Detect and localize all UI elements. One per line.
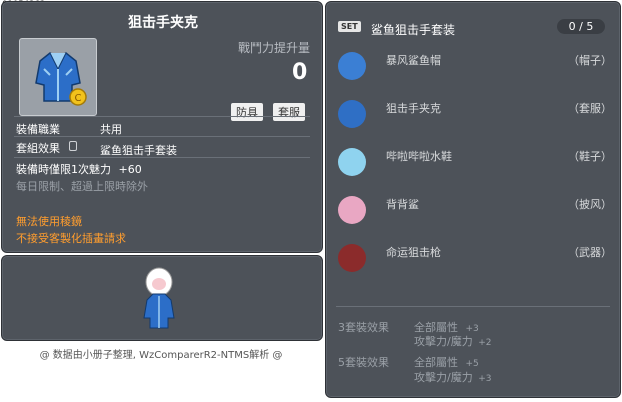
- lock-icon: [69, 141, 77, 151]
- sniper-gun-icon: [338, 244, 366, 272]
- set-item: 命运狙击枪 （武器）: [338, 242, 614, 278]
- shark-cape-icon: [338, 196, 366, 224]
- set-item-list: 暴风鲨鱼帽 （帽子） 狙击手夹克 （套服） 哔啦哔啦水鞋 （鞋子） 背背鲨 （披…: [338, 50, 614, 290]
- set-value: 鲨鱼狙击手套装: [100, 144, 177, 157]
- set-item-slot: （帽子）: [568, 54, 612, 67]
- set-panel: SET 鲨鱼狙击手套装 0 / 5 暴风鲨鱼帽 （帽子） 狙击手夹克 （套服） …: [325, 1, 621, 398]
- effect-label-3: 3套裝效果: [338, 321, 389, 334]
- divider: [14, 116, 310, 117]
- avatar-preview-panel: [1, 255, 323, 341]
- effect-line-text: 全部屬性: [414, 356, 458, 369]
- set-item: 背背鲨 （披风）: [338, 194, 614, 230]
- shark-hat-icon: [338, 52, 366, 80]
- item-title: 狙击手夹克: [128, 15, 198, 31]
- power-value: 0: [292, 60, 308, 85]
- svg-text:C: C: [75, 93, 82, 104]
- effect-line: 全部屬性 +5: [414, 354, 479, 370]
- limit-text: 每日限制、超過上限時除外: [16, 180, 148, 193]
- water-shoes-icon: [338, 148, 366, 176]
- set-badge: SET: [338, 21, 361, 32]
- jacket-icon: [338, 100, 366, 128]
- tag-outfit: 套服: [273, 103, 305, 121]
- tag-armor: 防具: [231, 103, 263, 121]
- set-item-name: 背背鲨: [386, 198, 419, 211]
- job-value: 共用: [100, 123, 122, 136]
- power-label: 戰鬥力提升量: [238, 41, 311, 55]
- effect-line-text: 攻擊力/魔力: [414, 371, 473, 384]
- set-item-slot: （鞋子）: [568, 150, 612, 163]
- set-item: 暴风鲨鱼帽 （帽子）: [338, 50, 614, 86]
- job-label: 裝備職業: [16, 123, 60, 136]
- set-title: 鲨鱼狙击手套装: [371, 23, 456, 37]
- avatar: [143, 267, 175, 329]
- set-count: 0 / 5: [557, 19, 605, 34]
- warning-prism: 無法使用稜鏡: [16, 215, 82, 228]
- effect-line: 攻擊力/魔力 +3: [414, 369, 492, 385]
- set-item-name: 暴风鲨鱼帽: [386, 54, 441, 67]
- set-item-slot: （套服）: [568, 102, 612, 115]
- set-item-name: 狙击手夹克: [386, 102, 441, 115]
- set-item-slot: （披风）: [568, 198, 612, 211]
- footer-credit: @ 数据由小册子整理, WzComparerR2-NTMS解析 @: [39, 350, 283, 361]
- item-icon-frame: C: [19, 38, 97, 116]
- effect-line-value: +5: [465, 359, 479, 369]
- set-item-name: 命运狙击枪: [386, 246, 441, 259]
- divider: [14, 136, 310, 137]
- warning-custom: 不接受客製化插畫請求: [16, 232, 126, 245]
- item-tooltip-panel: 狙击手夹克 C 戰鬥力提升量 0 防具 套服 裝備職業 共用 套組效果 鲨鱼狙击…: [1, 1, 323, 253]
- divider: [14, 157, 310, 158]
- set-item: 狙击手夹克 （套服）: [338, 98, 614, 134]
- effect-line: 攻擊力/魔力 +2: [414, 333, 492, 349]
- divider: [336, 306, 610, 307]
- effect-line-value: +3: [478, 374, 492, 384]
- effect-label-5: 5套裝效果: [338, 356, 389, 369]
- set-item: 哔啦哔啦水鞋 （鞋子）: [338, 146, 614, 182]
- effect-line-value: +2: [478, 338, 492, 348]
- charm-bonus-text: 裝備時僅限1次魅力: [16, 163, 111, 176]
- charm-bonus: 裝備時僅限1次魅力 +60: [16, 161, 142, 177]
- charm-bonus-value: +60: [118, 163, 142, 176]
- set-item-slot: （武器）: [568, 246, 612, 259]
- effect-line-text: 攻擊力/魔力: [414, 335, 473, 348]
- set-label: 套組效果: [16, 142, 60, 155]
- set-item-name: 哔啦哔啦水鞋: [386, 150, 452, 163]
- jacket-icon: C: [35, 52, 87, 106]
